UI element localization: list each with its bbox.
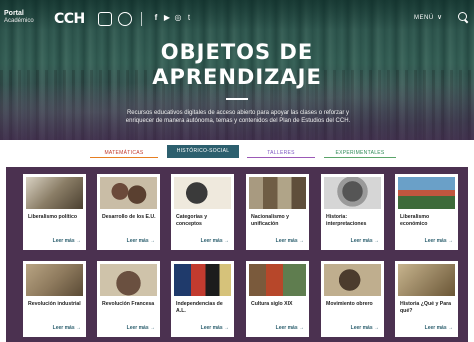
tab-historico-social[interactable]: HISTÓRICO-SOCIAL [167, 145, 239, 158]
card-revolucion-industrial[interactable]: Revolución industrial Leer más → [23, 261, 86, 337]
menu-button[interactable]: MENÚ [414, 15, 434, 21]
card-title: Historia: interpretaciones [326, 214, 367, 227]
read-more-link[interactable]: Leer más → [276, 238, 304, 244]
card-categorias-conceptos[interactable]: Categorías y conceptos Leer más → [171, 174, 234, 250]
read-more-link[interactable]: Leer más → [127, 325, 155, 331]
card-image [324, 264, 381, 296]
card-image [100, 177, 157, 209]
card-image [398, 177, 455, 209]
page-title-line1: OBJETOS DE [160, 40, 314, 64]
read-more-link[interactable]: Leer más → [201, 238, 229, 244]
page-title: OBJETOS DE APRENDIZAJE [0, 40, 474, 90]
card-cultura-siglo-xix[interactable]: Cultura siglo XIX Leer más → [246, 261, 309, 337]
card-title: Desarrollo de los E.U. [102, 214, 156, 220]
read-more-link[interactable]: Leer más → [351, 238, 379, 244]
card-historia-que-para-que[interactable]: Historia ¿Qué y Para qué? Leer más → [395, 261, 458, 337]
card-revolucion-francesa[interactable]: Revolución Francesa Leer más → [97, 261, 160, 337]
page-title-line2: APRENDIZAJE [152, 65, 322, 89]
card-liberalismo-economico[interactable]: Liberalismo económico Leer más → [395, 174, 458, 250]
card-title: Liberalismo político [28, 214, 78, 220]
read-more-link[interactable]: Leer más → [351, 325, 379, 331]
tab-matematicas[interactable]: MATEMÁTICAS [90, 148, 158, 158]
tab-talleres[interactable]: TALLERES [247, 148, 315, 158]
category-tabs: MATEMÁTICAS HISTÓRICO-SOCIAL TALLERES EX… [0, 141, 474, 165]
card-title: Revolución Francesa [102, 301, 155, 307]
header-divider [141, 12, 142, 26]
logo-portal-text: Portal [4, 10, 24, 17]
unam-seal-icon[interactable] [98, 12, 112, 26]
chevron-down-icon[interactable]: ∨ [437, 13, 442, 21]
card-image [324, 177, 381, 209]
title-underline [226, 98, 248, 100]
card-historia-interpretaciones[interactable]: Historia: interpretaciones Leer más → [321, 174, 384, 250]
card-nacionalismo-unificacion[interactable]: Nacionalismo y unificación Leer más → [246, 174, 309, 250]
card-desarrollo-eu[interactable]: Desarrollo de los E.U. Leer más → [97, 174, 160, 250]
logo-academico-text: Académico [4, 18, 34, 24]
read-more-link[interactable]: Leer más → [276, 325, 304, 331]
read-more-link[interactable]: Leer más → [127, 238, 155, 244]
card-independencias-al[interactable]: Independencias de A.L. Leer más → [171, 261, 234, 337]
portal-logo[interactable]: Portal Académico [4, 10, 52, 28]
card-image [398, 264, 455, 296]
read-more-link[interactable]: Leer más → [425, 238, 453, 244]
card-title: Movimiento obrero [326, 301, 373, 307]
card-image [174, 177, 231, 209]
card-liberalismo-politico[interactable]: Liberalismo político Leer más → [23, 174, 86, 250]
top-bar: Portal Académico CCH f ▶ ◎ t MENÚ ∨ [0, 0, 474, 30]
instagram-icon[interactable]: ◎ [173, 13, 183, 22]
search-icon[interactable] [458, 12, 468, 24]
card-title: Independencias de A.L. [176, 301, 223, 314]
facebook-icon[interactable]: f [151, 13, 161, 22]
youtube-icon[interactable]: ▶ [162, 13, 172, 22]
read-more-link[interactable]: Leer más → [53, 238, 81, 244]
read-more-link[interactable]: Leer más → [201, 325, 229, 331]
twitter-icon[interactable]: t [184, 13, 194, 22]
card-title: Historia ¿Qué y Para qué? [400, 301, 452, 314]
card-movimiento-obrero[interactable]: Movimiento obrero Leer más → [321, 261, 384, 337]
read-more-link[interactable]: Leer más → [53, 325, 81, 331]
hero-subtitle: Recursos educativos digitales de acceso … [125, 110, 351, 124]
card-image [26, 177, 83, 209]
card-title: Liberalismo económico [400, 214, 430, 227]
card-title: Cultura siglo XIX [251, 301, 293, 307]
card-image [174, 264, 231, 296]
cch-logo[interactable]: CCH [54, 11, 85, 27]
card-image [26, 264, 83, 296]
card-image [249, 264, 306, 296]
cch-seal-icon[interactable] [118, 12, 132, 26]
card-title: Nacionalismo y unificación [251, 214, 290, 227]
card-title: Categorías y conceptos [176, 214, 208, 227]
card-image [100, 264, 157, 296]
card-title: Revolución industrial [28, 301, 81, 307]
card-image [249, 177, 306, 209]
tab-experimentales[interactable]: EXPERIMENTALES [324, 148, 396, 158]
read-more-link[interactable]: Leer más → [425, 325, 453, 331]
